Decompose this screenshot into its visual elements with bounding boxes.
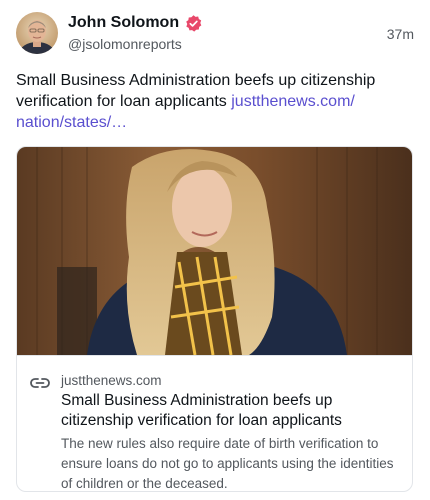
post-timestamp[interactable]: 37m	[387, 26, 414, 42]
verified-badge-icon	[184, 14, 203, 33]
card-description: The new rules also require date of birth…	[61, 436, 394, 491]
card-domain: justthenews.com	[61, 373, 162, 388]
link-preview-card[interactable]: justthenews.com Small Business Administr…	[16, 146, 413, 492]
avatar-photo	[16, 12, 58, 54]
card-body: justthenews.com Small Business Administr…	[17, 355, 412, 491]
post: John Solomon @jsolomonreports 37m Small …	[0, 0, 430, 500]
author-display-name[interactable]: John Solomon	[68, 13, 179, 33]
post-header: John Solomon @jsolomonreports 37m	[16, 12, 414, 56]
link-icon	[30, 376, 50, 390]
author-handle[interactable]: @jsolomonreports	[68, 35, 203, 53]
card-image	[17, 147, 412, 355]
avatar[interactable]	[16, 12, 58, 54]
author-names: John Solomon @jsolomonreports	[68, 13, 203, 53]
display-name-row: John Solomon	[68, 13, 203, 33]
post-text: Small Business Administration beefs up c…	[16, 70, 412, 133]
card-title: Small Business Administration beefs up c…	[61, 392, 342, 429]
